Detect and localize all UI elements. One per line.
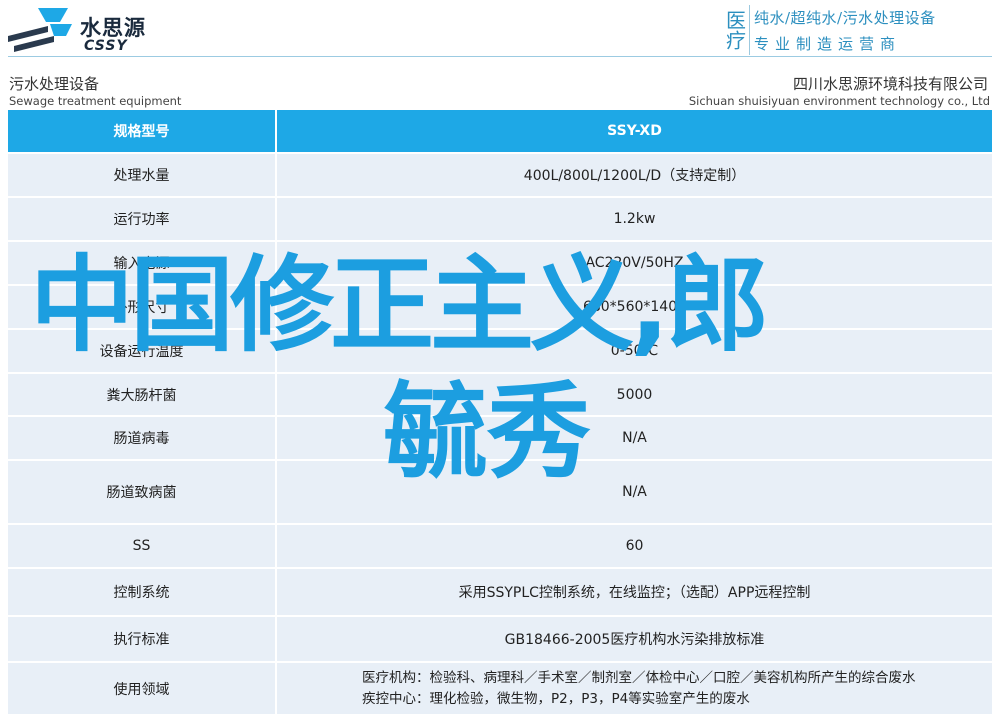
row-key: 使用领域 (8, 661, 277, 714)
spec-table: 规格型号 SSY-XD 处理水量 400L/800L/1200L/D（支持定制）… (8, 110, 992, 714)
row-key: 输入电源 (8, 240, 277, 285)
row-key: 粪大肠杆菌 (8, 372, 277, 416)
row-value: 400L/800L/1200L/D（支持定制） (276, 152, 992, 197)
table-row: 外形尺寸 680*560*1400 (8, 284, 992, 329)
row-key: 设备运行温度 (8, 328, 277, 373)
logo-mark-icon (8, 8, 72, 52)
table-row: SS 60 (8, 523, 992, 568)
category-title-en: Sewage treatment equipment (9, 94, 182, 108)
row-value: 0-50℃ (276, 328, 992, 373)
table-row: 肠道病毒 N/A (8, 415, 992, 460)
row-value-multiline: 医疗机构：检验科、病理科／手术室／制剂室／体检中心／口腔／美容机构所产生的综合废… (276, 661, 992, 714)
table-row: 输入电源 AC220V/50HZ (8, 240, 992, 285)
header-slogan: 医疗 纯水/超纯水/污水处理设备 专业制造运营商 (720, 5, 994, 55)
slogan-side-label: 医疗 (720, 5, 750, 55)
row-value: 1.2kw (276, 196, 992, 241)
row-value: 680*560*1400 (276, 284, 992, 329)
table-header-value: SSY-XD (276, 110, 992, 153)
row-key: 控制系统 (8, 567, 277, 616)
row-key: 肠道病毒 (8, 415, 277, 460)
table-row: 设备运行温度 0-50℃ (8, 328, 992, 373)
slogan-line-1: 纯水/超纯水/污水处理设备 (754, 9, 936, 27)
row-value: 采用SSYPLC控制系统，在线监控；（选配）APP远程控制 (276, 567, 992, 616)
row-value: 5000 (276, 372, 992, 416)
row-value: N/A (276, 459, 992, 524)
row-value-line: 医疗机构：检验科、病理科／手术室／制剂室／体检中心／口腔／美容机构所产生的综合废… (362, 669, 916, 686)
row-value-line: 疾控中心：理化检验，微生物，P2，P3，P4等实验室产生的废水 (362, 690, 750, 707)
table-row: 处理水量 400L/800L/1200L/D（支持定制） (8, 152, 992, 197)
row-value: GB18466-2005医疗机构水污染排放标准 (276, 615, 992, 662)
brand-name-en: CSSY (84, 38, 128, 54)
table-row: 控制系统 采用SSYPLC控制系统，在线监控；（选配）APP远程控制 (8, 567, 992, 616)
table-row: 粪大肠杆菌 5000 (8, 372, 992, 416)
table-row: 执行标准 GB18466-2005医疗机构水污染排放标准 (8, 615, 992, 662)
row-key: 执行标准 (8, 615, 277, 662)
table-row: 使用领域 医疗机构：检验科、病理科／手术室／制剂室／体检中心／口腔／美容机构所产… (8, 661, 992, 714)
company-name-cn: 四川水思源环境科技有限公司 (792, 75, 988, 93)
row-key: 处理水量 (8, 152, 277, 197)
row-value: N/A (276, 415, 992, 460)
row-key: 肠道致病菌 (8, 459, 277, 524)
row-value: AC220V/50HZ (276, 240, 992, 285)
table-header-key: 规格型号 (8, 110, 277, 153)
table-row: 运行功率 1.2kw (8, 196, 992, 241)
row-value: 60 (276, 523, 992, 568)
table-header-row: 规格型号 SSY-XD (8, 110, 992, 153)
category-title-cn: 污水处理设备 (9, 75, 100, 93)
row-key: SS (8, 523, 277, 568)
company-name-en: Sichuan shuisiyuan environment technolog… (688, 94, 990, 108)
row-key: 运行功率 (8, 196, 277, 241)
row-key: 外形尺寸 (8, 284, 277, 329)
header-divider (8, 56, 992, 57)
brand-logo: 水思源 CSSY (8, 4, 158, 54)
slogan-line-2: 专业制造运营商 (754, 35, 902, 53)
slogan-side-text: 医疗 (722, 10, 747, 50)
table-row: 肠道致病菌 N/A (8, 459, 992, 524)
